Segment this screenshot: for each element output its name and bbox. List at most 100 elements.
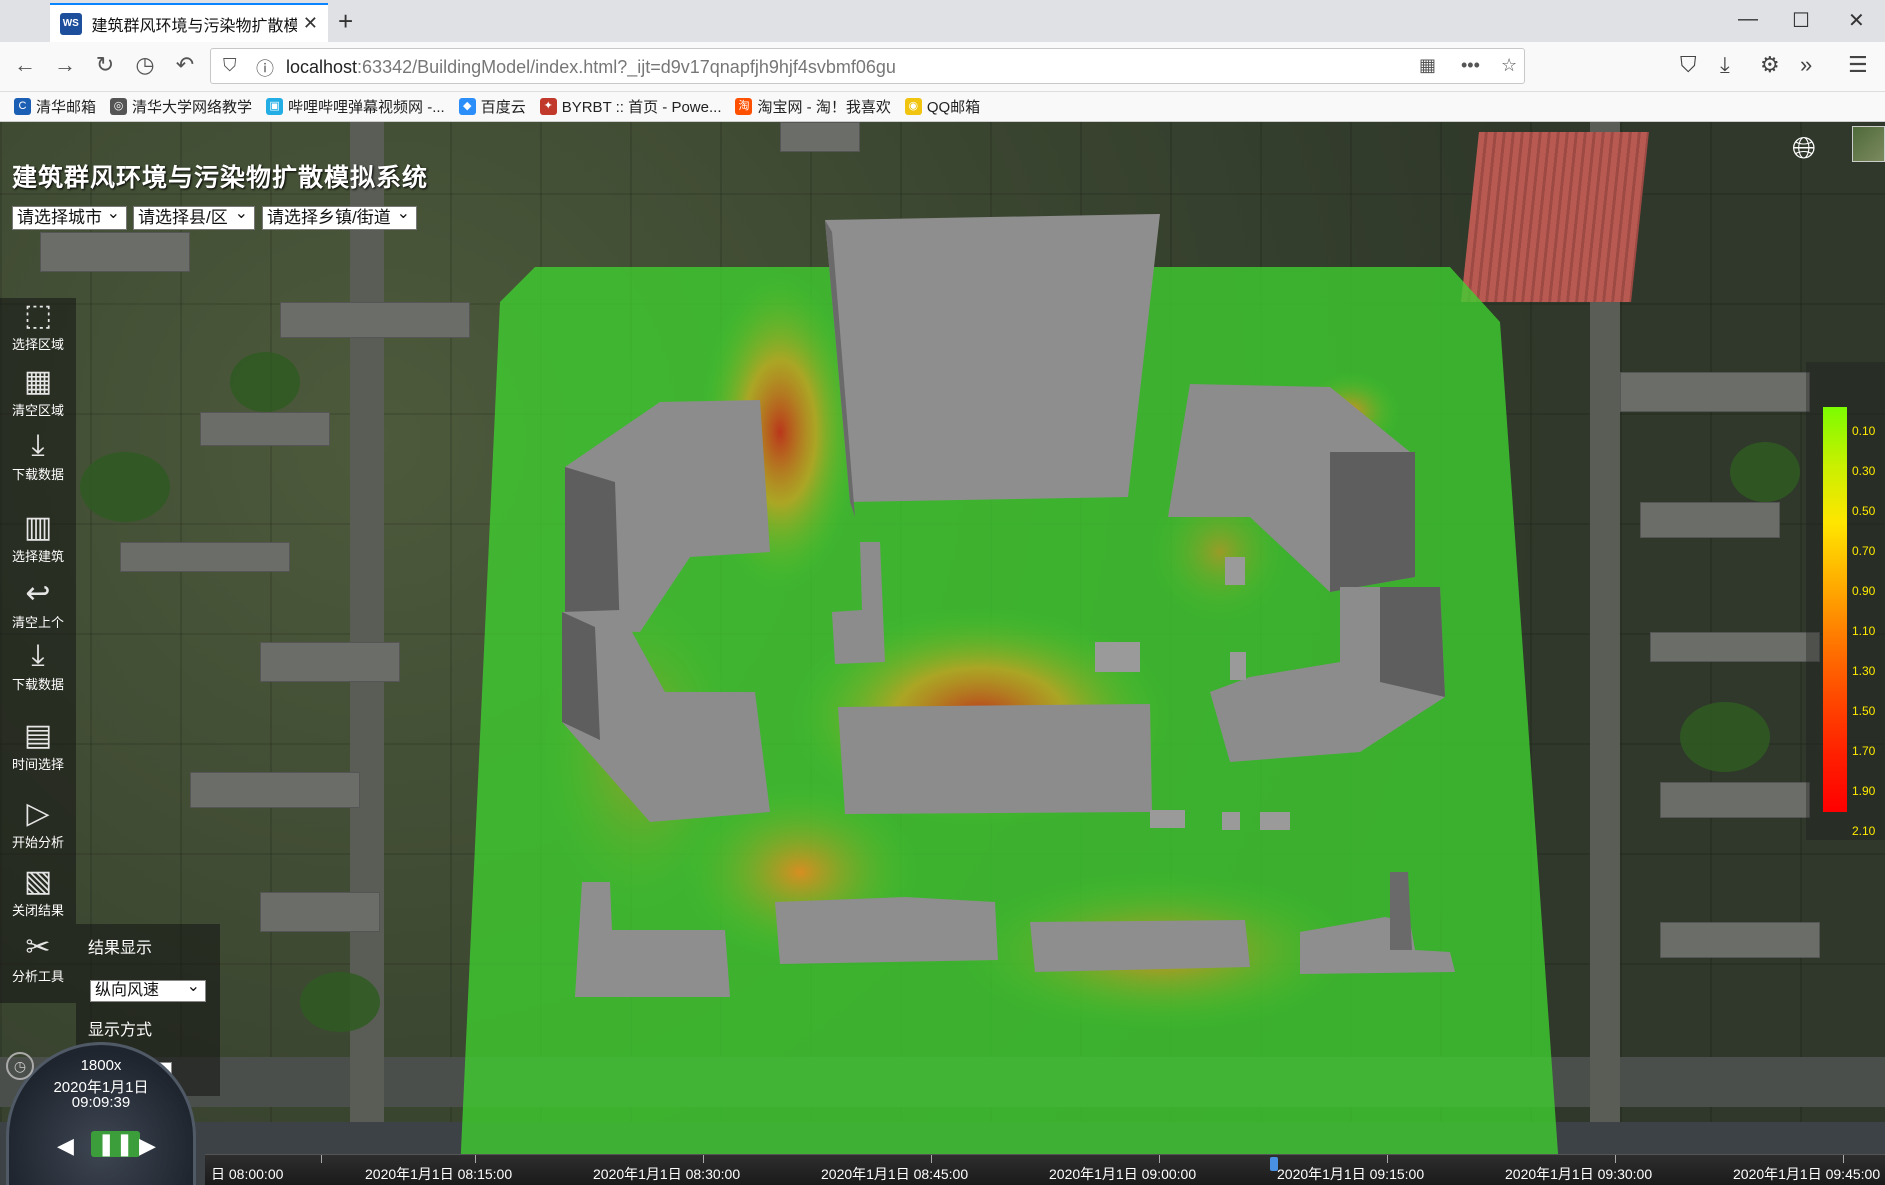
more-icon[interactable]: ••• — [1461, 55, 1480, 76]
tool-button[interactable]: ▧ 关闭结果 — [0, 864, 76, 919]
downloads-icon[interactable]: ⤓ — [1720, 52, 1730, 78]
overflow-icon[interactable]: » — [1800, 52, 1812, 78]
tool-button[interactable]: ⤓ 下载数据 — [0, 638, 76, 693]
tool-button[interactable]: ▷ 开始分析 — [0, 796, 76, 851]
tool-label: 时间选择 — [11, 757, 64, 772]
timeline-cursor[interactable] — [1270, 1157, 1278, 1171]
timeline-tick-label: 日 08:00:00 — [211, 1166, 284, 1182]
timeline-tick-mark — [703, 1155, 704, 1163]
timeline-tick-mark — [475, 1155, 476, 1163]
navigation-bar: ← → ↻ ◷ ↶ ⛉ ⓘ localhost:63342/BuildingMo… — [0, 42, 1885, 92]
undo-icon: ↩ — [25, 577, 51, 610]
bookmark-item[interactable]: ▣ 哔哩哔哩弹幕视频网 -... — [266, 96, 445, 117]
bookmark-item[interactable]: ◎ 清华大学网络教学 — [110, 96, 252, 117]
tower-center — [825, 214, 1160, 517]
legend-label: 1.10 — [1852, 624, 1876, 638]
small-block — [1222, 812, 1240, 830]
basemap-thumbnail[interactable] — [1852, 126, 1885, 162]
qr-code-icon[interactable]: ▦ — [1419, 55, 1436, 76]
history-icon[interactable]: ◷ — [130, 52, 160, 78]
timeline-tick-mark — [1843, 1155, 1844, 1163]
menu-icon[interactable]: ☰ — [1848, 52, 1868, 78]
reload-icon[interactable]: ↻ — [90, 52, 120, 78]
forward-icon[interactable]: → — [50, 52, 80, 78]
playback-speed: 1800x — [80, 1057, 122, 1074]
bookmark-item[interactable]: ◆ 百度云 — [458, 96, 526, 117]
tool-button[interactable]: ▦ 清空区域 — [0, 364, 76, 419]
new-tab-icon[interactable]: + — [338, 6, 353, 37]
back-icon[interactable]: ← — [10, 52, 40, 78]
tool-button[interactable]: ⤓ 下载数据 — [0, 428, 76, 483]
color-legend: 0.10 0.30 0.50 0.70 0.90 1.10 1.30 1.50 1.70 1.90… — [1806, 362, 1885, 840]
bookmark-item[interactable]: C 清华邮箱 — [14, 96, 96, 117]
globe-icon[interactable]: 🌐︎ — [1792, 132, 1816, 166]
legend-label: 1.30 — [1852, 664, 1876, 678]
bookmark-item[interactable]: 淘淘宝网 - 淘！我喜欢 — [735, 96, 891, 117]
bookmark-item[interactable]: ◉ QQ邮箱 — [904, 96, 981, 117]
building-center-bottom — [838, 704, 1152, 814]
tab-close-icon[interactable]: ✕ — [303, 13, 318, 34]
tool-label: 分析工具 — [11, 969, 64, 984]
bookmark-favicon-icon: ◉ — [904, 98, 922, 115]
building-bottom-row — [575, 872, 1455, 997]
timeline-tick-mark — [321, 1155, 322, 1163]
map-viewport[interactable]: 建筑群风环境与污染物扩散模拟系统 请选择城市 请选择县/区 请选择乡镇/街道 🌐… — [0, 122, 1885, 1185]
bookmark-item[interactable]: ✦ BYRBT :: 首页 - Powe... — [539, 96, 721, 117]
result-type-select[interactable]: 纵向风速 — [90, 977, 206, 1002]
building-center-small — [832, 542, 885, 664]
timeline-tick-mark — [1615, 1155, 1616, 1163]
tool-button[interactable]: ⬚ 选择区域 — [0, 298, 76, 353]
address-bar[interactable]: ⛉ ⓘ localhost:63342/BuildingModel/index.… — [210, 48, 1525, 84]
timeline[interactable]: 日 08:00:00 2020年1月1日 08:15:00 2020年1月1日 08… — [205, 1154, 1885, 1185]
settings-gear-icon[interactable]: ⚙ — [1760, 52, 1780, 78]
minimize-icon[interactable]: — — [1738, 8, 1758, 31]
tool-button[interactable]: ✂ 分析工具 — [0, 930, 76, 985]
city-select[interactable]: 请选择城市 — [12, 203, 127, 230]
info-icon[interactable]: ⓘ — [256, 55, 274, 81]
small-block — [1150, 810, 1185, 828]
tool-label: 清空上个 — [11, 615, 64, 630]
play-icon[interactable]: ▶ — [139, 1133, 156, 1159]
clear-area-icon: ▦ — [23, 365, 53, 398]
building-left-upper — [565, 400, 770, 634]
play-circle-icon: ▷ — [26, 797, 50, 830]
bookmark-favicon-icon: C — [14, 98, 31, 115]
tool-button[interactable]: ▤ 时间选择 — [0, 718, 76, 773]
pocket-icon[interactable]: ⛉ — [1680, 52, 1697, 78]
star-icon[interactable]: ☆ — [1501, 55, 1517, 76]
clock-dial-icon: ◷ — [6, 1052, 34, 1080]
bookmark-label: 淘宝网 - 淘！我喜欢 — [757, 99, 891, 116]
bookmark-label: 清华邮箱 — [36, 99, 97, 116]
clipboard-icon: ▧ — [23, 865, 53, 898]
clock-time: 09:09:39 — [71, 1094, 131, 1111]
town-select[interactable]: 请选择乡镇/街道 — [262, 203, 417, 230]
webstorm-favicon-icon: WS — [60, 12, 82, 35]
tool-button[interactable]: ▥ 选择建筑 — [0, 510, 76, 565]
url-host: localhost — [286, 57, 358, 77]
tool-label: 选择区域 — [11, 337, 64, 352]
small-block — [1095, 642, 1140, 672]
animation-clock: 1800x 2020年1月1日 09:09:39 ◀ ❚❚ ▶ — [6, 1042, 196, 1185]
legend-label: 0.50 — [1852, 504, 1876, 518]
shield-icon[interactable]: ⛉ — [223, 55, 237, 76]
building-right-upper — [1168, 384, 1415, 592]
legend-color-bar — [1823, 407, 1847, 812]
timeline-tick-label: 2020年1月1日 09:30:00 — [1505, 1166, 1653, 1182]
small-block — [1230, 652, 1246, 680]
tool-label: 选择建筑 — [11, 549, 64, 564]
legend-label: 0.10 — [1852, 424, 1876, 438]
bookmark-label: 清华大学网络教学 — [132, 99, 253, 116]
bookmark-label: QQ邮箱 — [926, 99, 981, 116]
undo-close-icon[interactable]: ↶ — [170, 52, 200, 78]
rewind-icon[interactable]: ◀ — [57, 1133, 74, 1159]
tool-button[interactable]: ↩ 清空上个 — [0, 576, 76, 631]
bookmarks-bar: C 清华邮箱 ◎ 清华大学网络教学 ▣ 哔哩哔哩弹幕视频网 -... ◆ 百度云 ✦ BYRBT … — [0, 92, 1885, 122]
window-close-icon[interactable]: ✕ — [1848, 8, 1865, 33]
maximize-icon[interactable]: ☐ — [1792, 8, 1810, 33]
pause-icon[interactable]: ❚❚ — [91, 1131, 140, 1157]
download-icon: ⤓ — [31, 639, 45, 672]
browser-tab[interactable]: WS 建筑群风环境与污染物扩散模拟 ✕ — [50, 3, 328, 42]
county-select[interactable]: 请选择县/区 — [133, 203, 255, 230]
timeline-tick-label: 2020年1月1日 09:15:00 — [1277, 1166, 1425, 1182]
small-block — [1260, 812, 1290, 830]
